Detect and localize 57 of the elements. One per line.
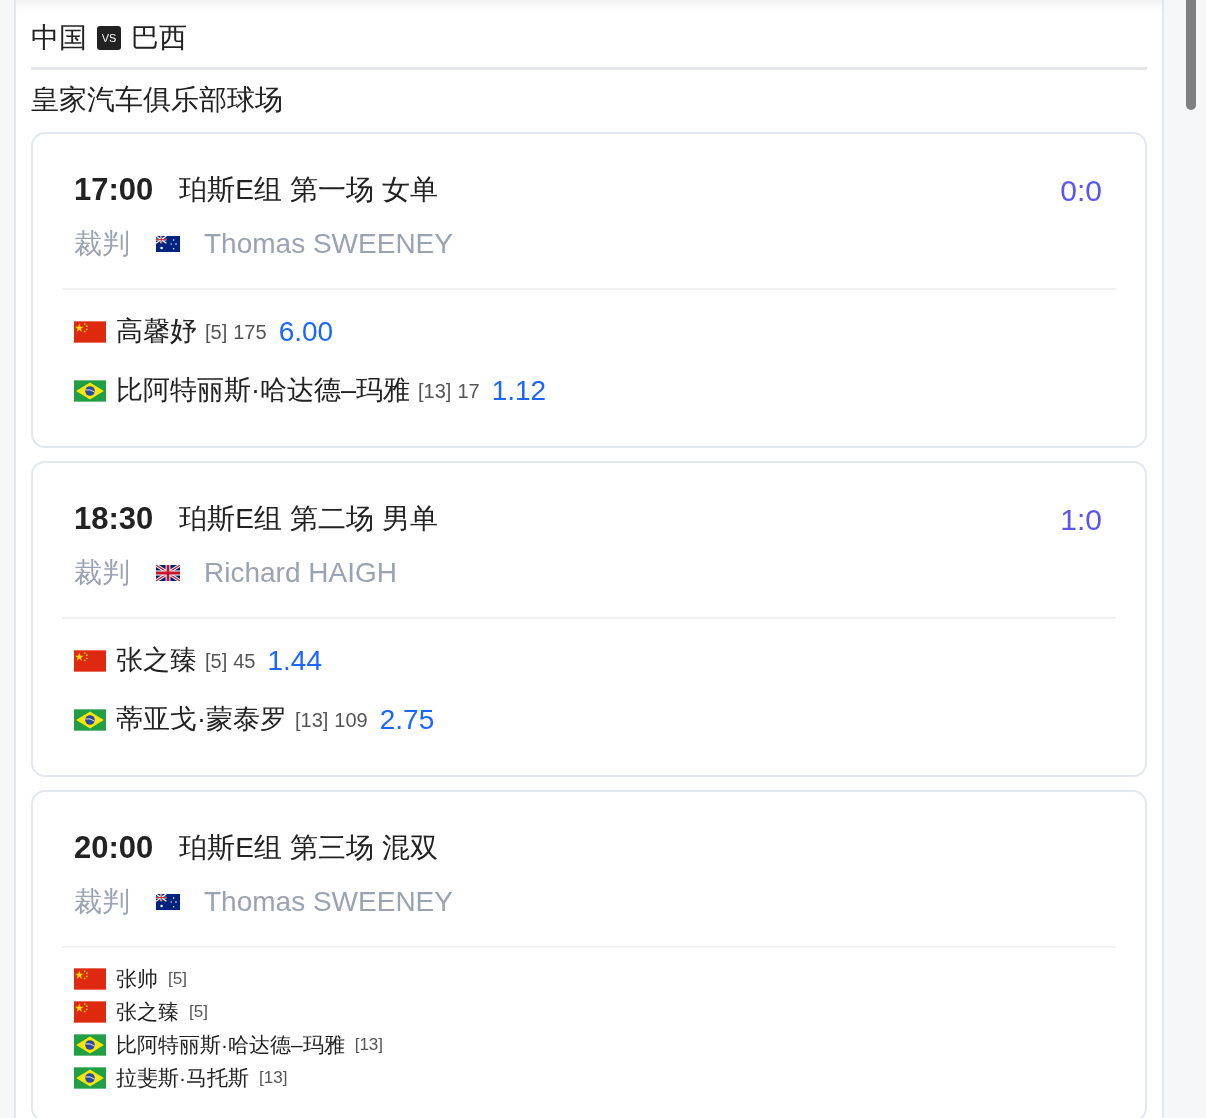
ranking: 175	[233, 319, 267, 345]
flag-icon	[74, 649, 106, 672]
odds: 6.00	[278, 314, 334, 349]
match-score: 1:0	[1060, 501, 1102, 538]
ranking: 17	[457, 378, 480, 404]
flag-icon	[74, 1066, 106, 1089]
match-time: 17:00	[74, 170, 154, 209]
referee-label: 裁判	[74, 556, 130, 590]
match-title: 珀斯E组 第二场 男单	[179, 502, 438, 536]
odds: 1.12	[491, 373, 547, 408]
venue: 皇家汽车俱乐部球场	[31, 83, 283, 117]
player-name: 比阿特丽斯·哈达德–玛雅	[116, 1031, 345, 1058]
flag-icon	[156, 236, 180, 252]
seed: [5]	[205, 648, 228, 674]
flag-icon	[74, 967, 106, 990]
seed: [5]	[189, 1000, 208, 1023]
referee-name: Thomas SWEENEY	[204, 227, 453, 261]
seed: [5]	[168, 967, 187, 990]
referee-name: Thomas SWEENEY	[204, 885, 453, 919]
player-name: 比阿特丽斯·哈达德–玛雅	[116, 374, 410, 408]
seed: [13]	[354, 1033, 384, 1056]
match-card[interactable]: 17:00 珀斯E组 第一场 女单 0:0 裁判 Thomas SWEENEY 高馨妤 [5] 175 6.00 比阿特丽斯·哈达德–玛雅 [13] 17 1.12	[31, 132, 1147, 448]
referee-label: 裁判	[74, 885, 130, 919]
flag-icon	[74, 1000, 106, 1023]
odds: 1.44	[267, 643, 322, 678]
match-card[interactable]: 20:00 珀斯E组 第三场 混双 裁判 Thomas SWEENEY 张帅 [5] 张之臻 [5] 比阿特丽斯·哈达德–玛雅 [13] 拉斐斯·马托斯 [13]	[31, 790, 1147, 1118]
player-name: 高馨妤	[116, 315, 197, 349]
seed: [5]	[205, 319, 228, 345]
match-score: 0:0	[1060, 172, 1102, 209]
flag-icon	[74, 379, 106, 402]
flag-icon	[74, 708, 106, 731]
vs-icon: VS	[97, 26, 121, 50]
match-time: 18:30	[74, 499, 154, 538]
ranking: 109	[334, 707, 368, 733]
player-name: 张之臻	[116, 998, 179, 1025]
flag-icon	[156, 894, 180, 910]
referee-label: 裁判	[74, 227, 130, 261]
seed: [13]	[295, 707, 329, 733]
flag-icon	[74, 320, 106, 343]
seed: [13]	[259, 1066, 288, 1089]
match-time: 20:00	[74, 828, 154, 867]
match-title: 珀斯E组 第三场 混双	[179, 831, 438, 865]
player-name: 张帅	[116, 965, 158, 992]
player-name: 张之臻	[116, 644, 197, 678]
match-title: 珀斯E组 第一场 女单	[179, 173, 438, 207]
ranking: 45	[233, 648, 256, 674]
seed: [13]	[418, 378, 452, 404]
odds: 2.75	[379, 702, 435, 737]
referee-name: Richard HAIGH	[204, 556, 397, 590]
player-name: 蒂亚戈·蒙泰罗	[116, 703, 287, 737]
match-card[interactable]: 18:30 珀斯E组 第二场 男单 1:0 裁判 Richard HAIGH 张之臻 [5] 45 1.44 蒂亚戈·蒙泰罗 [13] 109 2.75	[31, 461, 1147, 777]
flag-icon	[74, 1033, 106, 1056]
team-name: 中国	[31, 21, 87, 55]
scrollbar-thumb[interactable]	[1186, 0, 1196, 110]
player-name: 拉斐斯·马托斯	[116, 1064, 249, 1091]
team-name: 巴西	[131, 21, 187, 55]
flag-icon	[156, 565, 180, 581]
